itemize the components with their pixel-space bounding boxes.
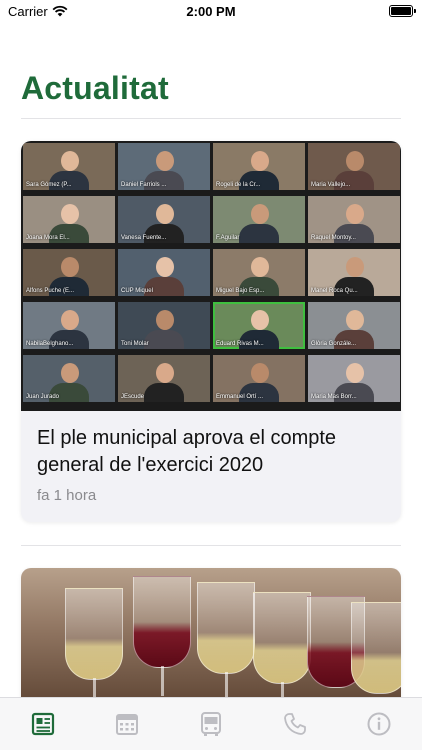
video-tile: Daniel Farriols ... <box>118 143 210 190</box>
participant-name: Rogeli de la Cr... <box>216 182 261 188</box>
video-tile: Joana Mora El... <box>23 196 115 243</box>
glass-graphic <box>253 592 311 684</box>
video-tile: Alfons Puche (E... <box>23 249 115 296</box>
phone-icon <box>284 713 306 735</box>
participant-name: Alfons Puche (E... <box>26 288 75 294</box>
glass-graphic <box>133 576 191 668</box>
status-bar: Carrier 2:00 PM <box>0 0 422 24</box>
news-card[interactable] <box>21 568 401 708</box>
page-title: Actualitat <box>21 70 169 106</box>
participant-name: Emmanuel Ortí ... <box>216 394 264 400</box>
news-card[interactable]: Sara Gómez (P... Daniel Farriols ... Rogel… <box>21 141 401 522</box>
participant-name: CUP Miquel <box>121 288 153 294</box>
calendar-icon <box>116 714 138 735</box>
news-icon <box>31 712 55 736</box>
video-tile: Manel Roca Qu... <box>308 249 400 296</box>
news-image <box>21 568 401 708</box>
video-tile: Raquel Montoy... <box>308 196 400 243</box>
participant-name: Sara Gómez (P... <box>26 182 72 188</box>
video-tile: Maria Mas Borr... <box>308 355 400 402</box>
tab-bus[interactable] <box>196 710 226 738</box>
video-tile: NabilaBelghano... <box>23 302 115 349</box>
clock: 2:00 PM <box>186 4 236 19</box>
card-divider <box>21 545 401 546</box>
video-tile: Glòria Gonzále... <box>308 302 400 349</box>
bus-icon <box>201 712 221 736</box>
video-tile: Vanesa Fuente... <box>118 196 210 243</box>
video-tile: Emmanuel Ortí ... <box>213 355 305 402</box>
news-image: Sara Gómez (P... Daniel Farriols ... Rogel… <box>21 141 401 411</box>
tab-calendar[interactable] <box>112 710 142 738</box>
video-tile: Eduard Rivas M... <box>213 302 305 349</box>
glass-graphic <box>65 588 123 680</box>
video-tile: JEscude <box>118 355 210 402</box>
video-tile: CUP Miquel <box>118 249 210 296</box>
video-tile: F.Aguilar <box>213 196 305 243</box>
participant-name: Miguel Bajo Esp... <box>216 288 265 294</box>
info-icon <box>367 712 391 736</box>
video-tile: Sara Gómez (P... <box>23 143 115 190</box>
video-tile: Miguel Bajo Esp... <box>213 249 305 296</box>
video-tile: Toni Molar <box>118 302 210 349</box>
video-tile: Rogeli de la Cr... <box>213 143 305 190</box>
participant-name: Raquel Montoy... <box>311 235 356 241</box>
participant-name: JEscude <box>121 394 145 400</box>
participant-name: Glòria Gonzále... <box>311 341 357 347</box>
news-title: El ple municipal aprova el compte genera… <box>37 427 337 476</box>
participant-name: Juan Jurado <box>26 394 60 400</box>
battery-icon <box>389 5 416 17</box>
participant-name: Daniel Farriols ... <box>121 182 167 188</box>
news-timestamp: fa 1 hora <box>37 487 97 504</box>
video-tile: Juan Jurado <box>23 355 115 402</box>
tab-news[interactable] <box>28 710 58 738</box>
tab-bar <box>0 697 422 750</box>
header-divider <box>21 118 401 119</box>
participant-name: Maria Vallejo... <box>311 182 351 188</box>
participant-name: F.Aguilar <box>216 235 240 241</box>
glass-graphic <box>197 582 255 674</box>
participant-name: Maria Mas Borr... <box>311 394 357 400</box>
video-tile: Maria Vallejo... <box>308 143 400 190</box>
participant-name: Manel Roca Qu... <box>311 288 358 294</box>
participant-name: Eduard Rivas M... <box>216 341 264 347</box>
participant-name: Joana Mora El... <box>26 235 70 241</box>
participant-name: NabilaBelghano... <box>26 341 74 347</box>
participant-name: Toni Molar <box>121 341 149 347</box>
tab-phone[interactable] <box>280 710 310 738</box>
glass-graphic <box>351 602 401 694</box>
tab-info[interactable] <box>364 710 394 738</box>
participant-name: Vanesa Fuente... <box>121 235 167 241</box>
